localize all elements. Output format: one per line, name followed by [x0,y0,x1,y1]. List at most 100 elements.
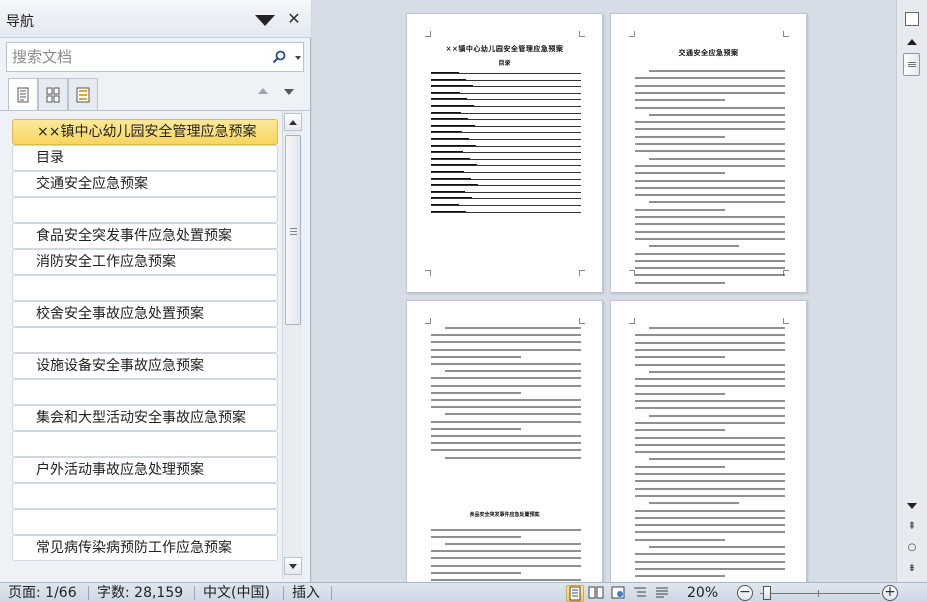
heading-item[interactable] [12,509,278,535]
close-icon[interactable]: ✕ [286,9,302,29]
text-line [635,267,785,270]
zoom-level[interactable]: 20% [687,584,718,602]
text-line [635,392,725,395]
text-line [431,363,581,365]
toc-leader-line [431,132,581,134]
text-line [445,456,581,459]
text-line [635,575,725,578]
page-counter[interactable]: 页面: 1/66 [8,584,77,602]
document-area[interactable]: ××镇中心幼儿园安全管理应急预案 目录 交通安全应急预案 食品安全突发事件应急处… [312,0,896,582]
crop-mark [579,31,585,37]
thumbnails-icon [46,87,60,103]
toc-leader-line [431,185,581,187]
heading-item[interactable]: 常见病传染病预防工作应急预案 [12,535,278,561]
text-line [431,557,581,560]
page-3[interactable]: 食品安全突发事件应急处置预案 [406,300,603,582]
tab-headings[interactable] [8,78,38,111]
ruler-toggle-icon[interactable] [905,12,919,26]
page-1[interactable]: ××镇中心幼儿园安全管理应急预案 目录 [406,13,603,293]
nav-scrollbar[interactable] [282,111,302,579]
text-line [635,429,725,432]
crop-mark [425,318,431,324]
text-line [635,363,785,366]
nav-options-dropdown-icon[interactable] [255,15,275,26]
text-line [431,334,581,337]
page-title: ××镇中心幼儿园安全管理应急预案 [445,44,564,53]
text-line [635,179,785,182]
search-box[interactable] [6,42,304,72]
toc-leader-line [431,178,581,180]
toc-leader-line [431,172,581,173]
search-input[interactable] [7,43,265,71]
zoom-slider-thumb[interactable] [763,586,771,600]
text-line [635,443,785,446]
zoom-slider-track[interactable] [760,593,880,594]
text-line [635,77,785,80]
nav-scroll-thumb[interactable] [285,135,301,325]
heading-item[interactable] [12,275,278,301]
text-line [635,150,785,153]
previous-heading-icon[interactable] [258,88,268,94]
zoom-in-icon[interactable]: + [882,585,898,601]
heading-item[interactable] [12,197,278,223]
scroll-thumb[interactable] [903,53,920,76]
heading-item[interactable] [12,483,278,509]
search-icon[interactable] [272,50,286,64]
heading-item[interactable]: 交通安全应急预案 [12,171,278,197]
insert-mode[interactable]: 插入 [292,584,320,602]
next-heading-icon[interactable] [284,89,294,95]
outline-button[interactable] [632,585,650,602]
heading-item[interactable]: 设施设备安全事故应急预案 [12,353,278,379]
text-line [649,157,785,160]
heading-item[interactable]: 户外活动事故应急处理预案 [12,457,278,483]
text-line [635,237,785,240]
text-line [635,356,725,359]
tab-pages[interactable] [38,78,68,110]
zoom-slider-midpoint [818,590,819,597]
text-line [635,385,785,388]
nav-scroll-down-button[interactable] [284,557,302,575]
text-line [635,531,785,534]
heading-item[interactable]: 食品安全突发事件应急处置预案 [12,223,278,249]
text-line [635,143,785,145]
page-2[interactable]: 交通安全应急预案 [610,13,807,293]
document-scrollbar[interactable]: ⇞ ○ ⇟ [896,0,927,582]
scroll-up-icon [907,39,917,45]
print-layout-button[interactable] [566,585,584,602]
heading-item[interactable]: ××镇中心幼儿园安全管理应急预案 [12,119,278,145]
full-screen-reading-button[interactable] [588,585,606,602]
scroll-up-button[interactable] [903,34,921,50]
heading-item[interactable]: 消防安全工作应急预案 [12,249,278,275]
text-line [431,449,581,452]
heading-item[interactable]: 目录 [12,145,278,171]
web-layout-button[interactable] [610,585,628,602]
nav-scroll-up-button[interactable] [284,113,302,131]
text-line [635,400,785,402]
draft-button[interactable] [654,585,672,602]
select-browse-object-icon[interactable]: ○ [906,542,918,554]
word-count[interactable]: 字数: 28,159 [97,584,183,602]
text-line [445,370,581,373]
tab-results[interactable] [68,78,98,110]
text-line [445,413,581,416]
heading-item[interactable] [12,327,278,353]
next-page-icon[interactable]: ⇟ [906,563,918,575]
crop-mark [425,270,431,276]
zoom-out-icon[interactable]: − [737,585,753,601]
language-indicator[interactable]: 中文(中国) [203,584,270,602]
heading-item[interactable] [12,379,278,405]
text-line [431,442,581,445]
toc-leader-line [431,158,581,160]
text-line [649,458,785,461]
toc-leader-line [431,73,581,74]
text-line [635,509,785,512]
heading-item[interactable] [12,431,278,457]
scroll-down-button[interactable] [903,498,921,514]
search-options-dropdown-icon[interactable] [295,56,301,60]
heading-item[interactable]: 集会和大型活动安全事故应急预案 [12,405,278,431]
heading-item[interactable]: 校舍安全事故应急处置预案 [12,301,278,327]
previous-page-icon[interactable]: ⇞ [906,521,918,533]
text-line [431,564,581,567]
page-4[interactable] [610,300,807,582]
status-divider [88,586,89,600]
